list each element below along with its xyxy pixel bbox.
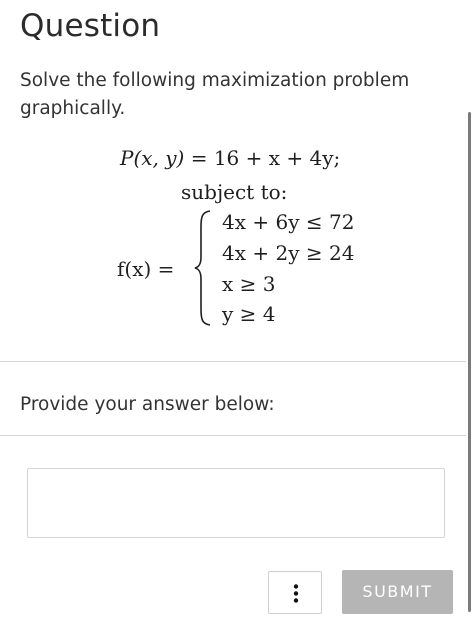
divider-top (0, 361, 466, 362)
objective-rhs: = 16 + x + 4y; (190, 146, 341, 170)
question-prompt: Solve the following maximization problem… (20, 70, 410, 119)
objective-function: P(x, y) = 16 + x + 4y; (120, 146, 340, 170)
divider-bottom (0, 435, 466, 436)
constraint-3: x ≥ 3 (222, 272, 276, 296)
constraint-1: 4x + 6y ≤ 72 (222, 210, 355, 234)
function-label: f(x) = (117, 257, 175, 281)
more-options-button[interactable] (268, 571, 322, 614)
submit-button[interactable]: SUBMIT (342, 570, 453, 614)
constraint-4: y ≥ 4 (222, 302, 276, 326)
constraint-2: 4x + 2y ≥ 24 (222, 241, 355, 265)
scrollbar-thumb[interactable] (468, 112, 471, 612)
answer-input[interactable] (27, 468, 445, 538)
question-heading: Question (20, 8, 161, 44)
subject-to-label: subject to: (181, 180, 288, 204)
left-brace-icon (194, 210, 211, 326)
scrollbar-track[interactable] (466, 0, 474, 640)
objective-lhs: P(x, y) (120, 146, 185, 170)
vertical-ellipsis-icon (293, 584, 299, 603)
question-panel: Question Solve the following maximizatio… (0, 0, 474, 640)
answer-label: Provide your answer below: (20, 394, 275, 415)
